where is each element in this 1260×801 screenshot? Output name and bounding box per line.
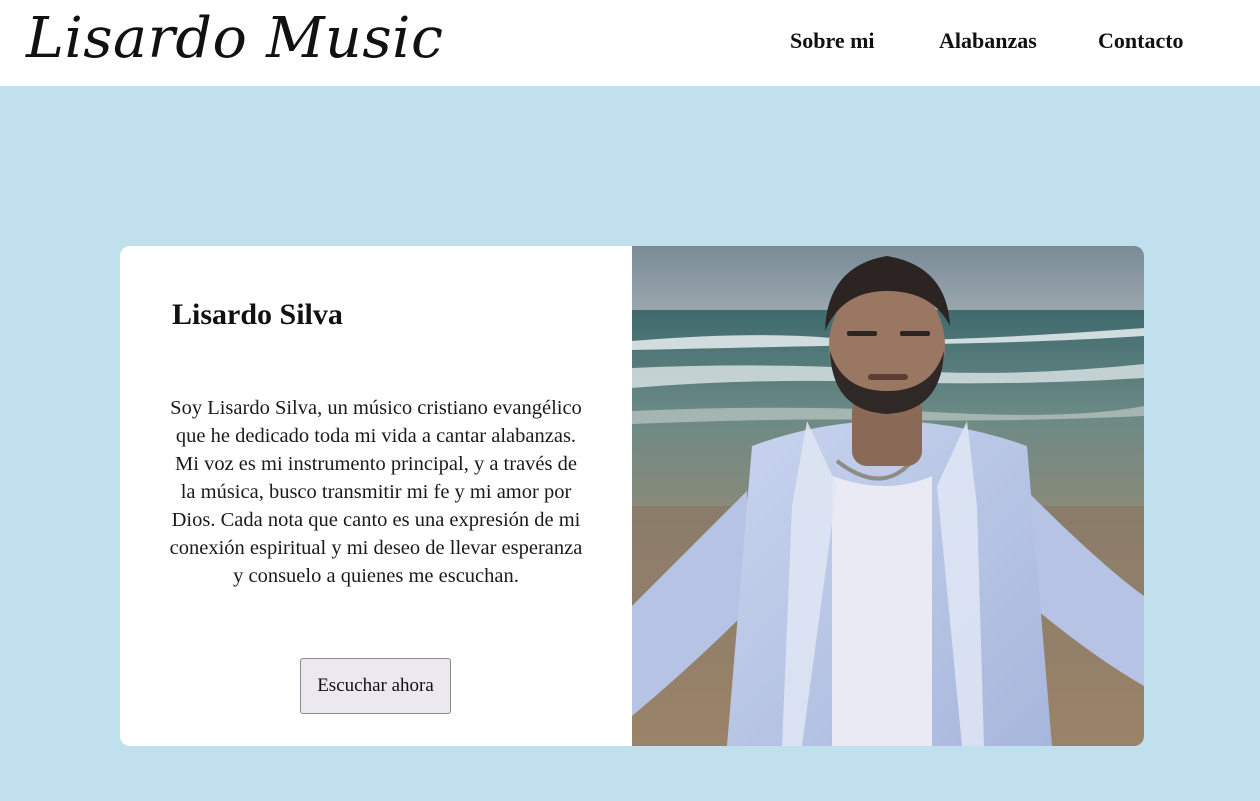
about-card: Lisardo Silva Soy Lisardo Silva, un músi…: [120, 246, 1144, 746]
site-header: Lisardo Music Sobre mi Alabanzas Contact…: [0, 0, 1260, 86]
site-logo[interactable]: Lisardo Music: [26, 0, 443, 82]
artist-bio: Soy Lisardo Silva, un músico cristiano e…: [169, 397, 583, 587]
listen-now-button[interactable]: Escuchar ahora: [300, 658, 451, 714]
nav-link-contacto[interactable]: Contacto: [1098, 28, 1184, 54]
artist-photo: [632, 246, 1144, 746]
about-text-panel: Lisardo Silva Soy Lisardo Silva, un músi…: [120, 246, 632, 746]
nav-link-alabanzas[interactable]: Alabanzas: [939, 28, 1037, 54]
nav-link-sobre-mi[interactable]: Sobre mi: [790, 28, 875, 54]
artist-name-heading: Lisardo Silva: [172, 298, 343, 331]
